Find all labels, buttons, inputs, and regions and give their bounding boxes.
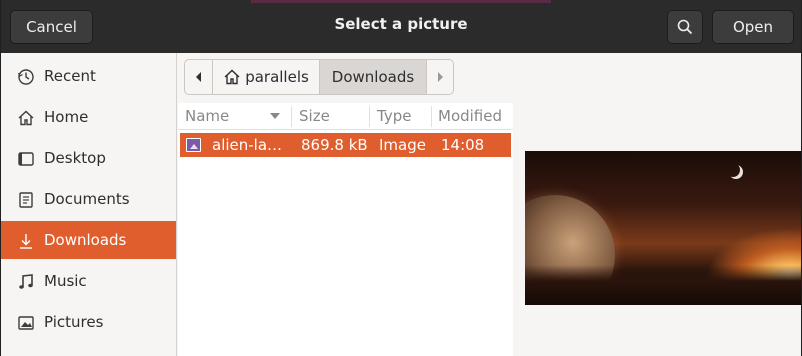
- column-header-modified[interactable]: Modified: [438, 107, 502, 125]
- desktop-icon: [16, 149, 36, 169]
- file-modified: 14:08: [441, 136, 485, 154]
- search-icon: [677, 19, 693, 35]
- sidebar-item-label: Downloads: [44, 231, 127, 249]
- file-list: Name Size Type Modified alien-la… 869.8 …: [178, 103, 513, 356]
- open-button[interactable]: Open: [712, 10, 794, 44]
- places-sidebar: Recent Home Desktop Documents Downloads: [1, 53, 177, 356]
- home-icon: [16, 108, 36, 128]
- chevron-left-icon: [195, 72, 201, 82]
- file-chooser-dialog: Cancel Select a picture Open Recent Home: [0, 0, 802, 356]
- column-header-name[interactable]: Name: [185, 107, 229, 125]
- path-segment-home[interactable]: parallels: [213, 60, 320, 94]
- column-divider: [369, 106, 370, 127]
- column-divider: [291, 106, 292, 127]
- image-preview: [525, 151, 801, 305]
- path-scroll-right-button[interactable]: [427, 60, 453, 94]
- path-segment-label: parallels: [245, 68, 309, 86]
- file-size: 869.8 kB: [301, 136, 368, 154]
- column-header-type[interactable]: Type: [377, 107, 411, 125]
- sidebar-item-label: Desktop: [44, 149, 106, 167]
- column-header-size[interactable]: Size: [299, 107, 330, 125]
- path-bar: parallels Downloads: [184, 59, 454, 95]
- pictures-icon: [16, 313, 36, 333]
- home-icon: [224, 69, 240, 85]
- file-type: Image: [379, 136, 426, 154]
- sidebar-item-label: Home: [44, 108, 89, 126]
- sidebar-item-label: Pictures: [44, 313, 104, 331]
- sidebar-item-downloads[interactable]: Downloads: [1, 221, 176, 259]
- column-divider: [431, 106, 432, 127]
- list-header: Name Size Type Modified: [178, 103, 513, 130]
- image-file-icon: [186, 138, 201, 152]
- sidebar-item-home[interactable]: Home: [1, 98, 176, 136]
- sidebar-item-documents[interactable]: Documents: [1, 180, 176, 218]
- sidebar-item-label: Music: [44, 272, 87, 290]
- sidebar-item-desktop[interactable]: Desktop: [1, 139, 176, 177]
- search-button[interactable]: [667, 10, 703, 44]
- download-icon: [16, 231, 36, 251]
- sidebar-item-label: Documents: [44, 190, 130, 208]
- sidebar-item-recent[interactable]: Recent: [1, 57, 176, 95]
- path-segment-downloads[interactable]: Downloads: [320, 60, 427, 94]
- sort-descending-icon: [270, 113, 280, 119]
- file-name: alien-la…: [212, 136, 283, 154]
- path-segment-label: Downloads: [331, 68, 415, 86]
- preview-horizon: [525, 265, 801, 305]
- chevron-right-icon: [438, 72, 443, 82]
- table-row[interactable]: alien-la… 869.8 kB Image 14:08: [180, 133, 511, 157]
- sidebar-item-music[interactable]: Music: [1, 262, 176, 300]
- header-bar: Cancel Select a picture Open: [1, 0, 801, 53]
- sidebar-item-pictures[interactable]: Pictures: [1, 303, 176, 341]
- preview-moon: [726, 163, 740, 177]
- clock-icon: [16, 67, 36, 87]
- music-icon: [16, 272, 36, 292]
- sidebar-item-label: Recent: [44, 67, 96, 85]
- document-icon: [16, 190, 36, 210]
- path-scroll-left-button[interactable]: [185, 60, 213, 94]
- header-accent-line: [251, 0, 551, 3]
